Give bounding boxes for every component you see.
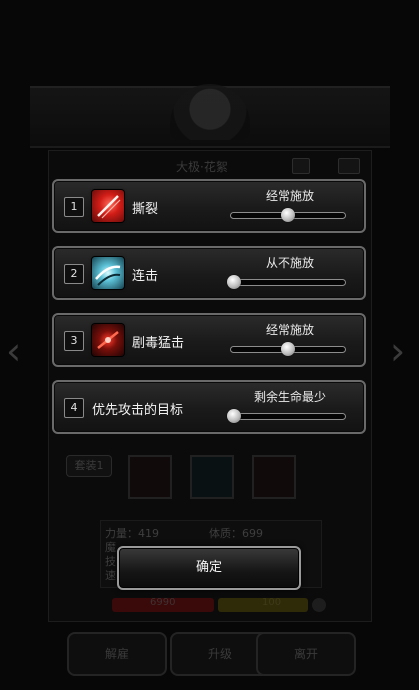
upgrade-button: 升级 — [170, 632, 270, 676]
skill-slot-3-icon — [252, 455, 296, 499]
previous-arrow-icon: ‹ — [6, 329, 22, 373]
confirm-button[interactable]: 确定 — [117, 546, 301, 590]
cast-option-label: 从不施放 — [265, 256, 314, 270]
chat-icon — [338, 158, 360, 174]
dismiss-button: 解雇 — [67, 632, 167, 676]
skill-row-2: 2 连击 从不施放 — [52, 246, 366, 300]
row-number: 1 — [64, 197, 84, 217]
skill-name: 连击 — [132, 269, 159, 284]
skill-row-3: 3 剧毒猛击 经常施放 — [52, 313, 366, 367]
slash-skill-icon — [92, 190, 124, 222]
skill-slot-1-icon — [128, 455, 172, 499]
cast-option-label: 经常施放 — [265, 323, 314, 337]
mp-value: 100 — [262, 597, 282, 608]
slider-thumb[interactable] — [227, 275, 241, 289]
target-priority-row: 4 优先攻击的目标 剩余生命最少 — [52, 380, 366, 434]
combo-skill-icon — [92, 257, 124, 289]
slider-thumb[interactable] — [281, 208, 295, 222]
character-name: 大极·花絮 — [176, 160, 228, 174]
cast-option-label: 经常施放 — [265, 189, 314, 203]
row-number: 4 — [64, 398, 84, 418]
info-icon — [312, 598, 326, 612]
target-option-label: 剩余生命最少 — [253, 390, 326, 404]
skill-row-1: 1 撕裂 经常施放 — [52, 179, 366, 233]
poison-strike-skill-icon — [92, 324, 124, 356]
hp-value: 6990 — [150, 597, 176, 608]
stat-row-4: 速 — [105, 569, 116, 582]
leave-button: 离开 — [256, 632, 356, 676]
target-priority-label: 优先攻击的目标 — [92, 403, 184, 418]
target-priority-slider[interactable] — [230, 413, 346, 420]
edit-icon — [292, 158, 310, 174]
gear-set-label: 套装1 — [66, 455, 112, 477]
skill-slot-2-icon — [190, 455, 234, 499]
row-number: 2 — [64, 264, 84, 284]
skill-name: 撕裂 — [132, 202, 159, 217]
slider-thumb[interactable] — [281, 342, 295, 356]
cast-frequency-slider[interactable] — [230, 279, 346, 286]
row-number: 3 — [64, 331, 84, 351]
skill-name: 剧毒猛击 — [132, 336, 185, 351]
constitution-stat: 体质：699 — [209, 527, 263, 540]
next-arrow-icon: › — [390, 329, 406, 373]
slider-thumb[interactable] — [227, 409, 241, 423]
